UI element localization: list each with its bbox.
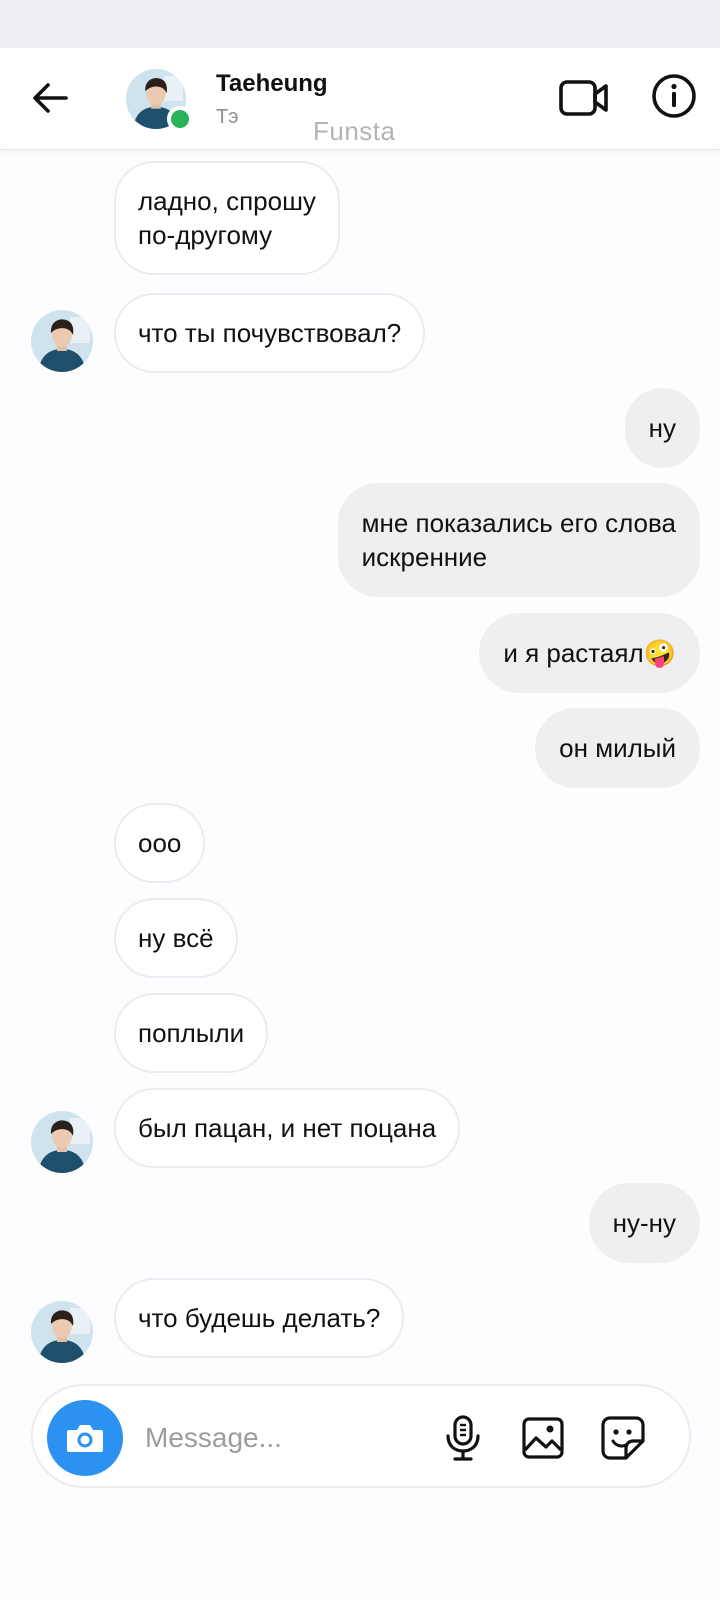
sticker-button[interactable] [599,1414,647,1462]
back-button[interactable] [22,76,78,120]
voice-message-button[interactable] [439,1414,487,1462]
microphone-icon [446,1415,480,1461]
avatar-image [31,1301,93,1363]
image-icon [522,1417,564,1459]
avatar-image [31,310,93,372]
message-composer [31,1384,691,1488]
message-bubble-outgoing[interactable]: мне показались его слова искренние [337,483,700,597]
message-bubble-incoming[interactable]: поплыли [114,993,269,1073]
status-bar [0,0,720,48]
sender-avatar[interactable] [30,309,94,373]
message-bubble-incoming[interactable]: что будешь делать? [114,1278,405,1358]
camera-icon [67,1425,103,1452]
camera-button[interactable] [47,1400,123,1476]
arrow-left-icon [33,83,68,113]
contact-username: Тэ [216,106,239,128]
message-input[interactable] [145,1416,425,1460]
sticker-icon [601,1416,645,1460]
message-bubble-incoming[interactable]: ну всё [114,898,238,978]
sender-avatar[interactable] [30,1300,94,1364]
watermark-text: Funsta [313,116,396,146]
contact-name[interactable]: Taeheung [216,70,328,98]
message-bubble-incoming[interactable]: что ты почувствовал? [114,293,426,373]
contact-avatar[interactable] [125,68,193,132]
video-call-button[interactable] [556,72,612,124]
message-bubble-incoming[interactable]: ладно, спрошу по-другому [114,161,340,275]
message-bubble-outgoing[interactable]: ну-ну [588,1183,700,1263]
chat-header: Taeheung Тэ Funsta [0,48,720,150]
message-bubble-outgoing[interactable]: ну [624,388,700,468]
online-status-dot [167,106,193,132]
message-bubble-outgoing[interactable]: он милый [535,708,700,788]
video-camera-icon [559,80,608,116]
sender-avatar[interactable] [30,1110,94,1174]
conversation-info-button[interactable] [648,70,700,122]
message-bubble-incoming[interactable]: ооо [114,803,206,883]
avatar-image [31,1111,93,1173]
message-bubble-incoming[interactable]: был пацан, и нет поцана [114,1088,461,1168]
info-icon [652,74,696,118]
gallery-button[interactable] [519,1414,567,1462]
message-bubble-outgoing[interactable]: и я растаял🤪 [479,613,700,693]
